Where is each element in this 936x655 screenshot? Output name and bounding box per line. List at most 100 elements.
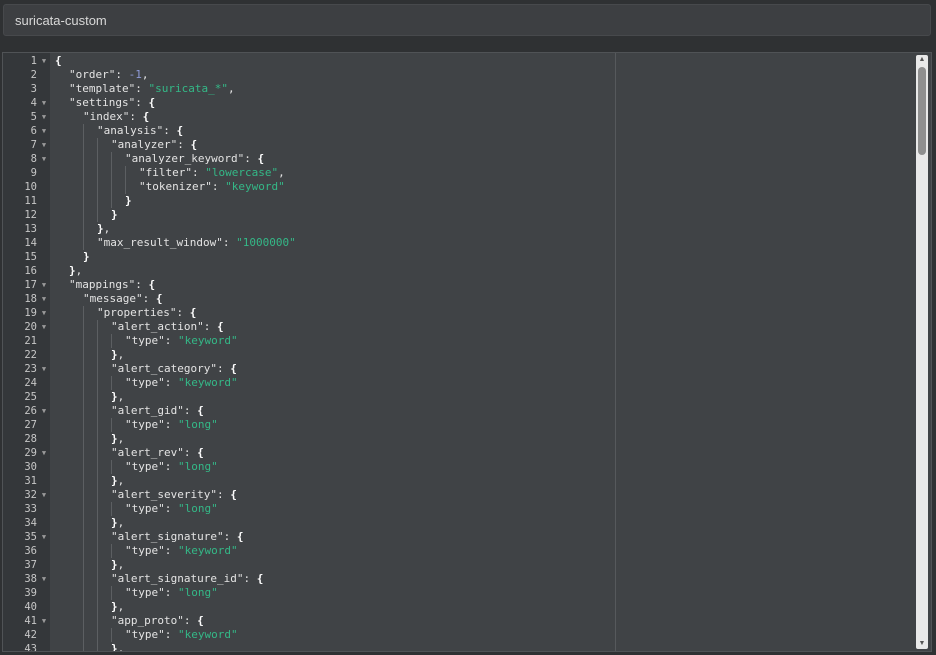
code-line[interactable]: 20 ▼ "alert_action": {: [3, 320, 931, 334]
code-line[interactable]: 15}: [3, 250, 931, 264]
indent-guide: [55, 530, 69, 544]
code-line[interactable]: 2 "order": -1,: [3, 68, 931, 82]
vertical-scrollbar[interactable]: ▲ ▼: [916, 55, 928, 649]
code-line[interactable]: 26 ▼ "alert_gid": {: [3, 404, 931, 418]
code-line[interactable]: 43},: [3, 642, 931, 651]
code-token: ,: [141, 68, 149, 81]
scroll-down-arrow-icon[interactable]: ▼: [916, 639, 928, 649]
code-line[interactable]: 6 ▼ "analysis": {: [3, 124, 931, 138]
code-line[interactable]: 18 ▼ "message": {: [3, 292, 931, 306]
fold-toggle-icon[interactable]: ▼: [40, 362, 48, 376]
code-line[interactable]: 11}: [3, 194, 931, 208]
fold-toggle-icon[interactable]: ▼: [40, 138, 48, 152]
indent-guide: [97, 474, 111, 488]
code-line[interactable]: 41 ▼ "app_proto": {: [3, 614, 931, 628]
indent-guide: [83, 124, 97, 138]
code-token: ,: [117, 348, 125, 361]
fold-toggle-icon[interactable]: ▼: [40, 292, 48, 306]
indent-guide: [69, 110, 83, 124]
code-line[interactable]: 4 ▼ "settings": {: [3, 96, 931, 110]
line-number: 17: [24, 279, 37, 291]
code-line[interactable]: 1 ▼ {: [3, 54, 931, 68]
code-line[interactable]: 17 ▼ "mappings": {: [3, 278, 931, 292]
indent-guide: [55, 194, 69, 208]
code-line[interactable]: 24 "type": "keyword": [3, 376, 931, 390]
indent-guide: [111, 418, 125, 432]
code-line[interactable]: 14 "max_result_window": "1000000": [3, 236, 931, 250]
code-text: "properties": {: [55, 306, 196, 320]
code-line[interactable]: 29 ▼ "alert_rev": {: [3, 446, 931, 460]
code-token: }: [125, 194, 132, 207]
fold-toggle-icon[interactable]: ▼: [40, 54, 48, 68]
code-token: }: [69, 264, 76, 277]
template-name-input[interactable]: [4, 5, 930, 35]
indent-guide: [111, 194, 125, 208]
code-token: {: [197, 404, 204, 417]
code-line[interactable]: 19 ▼ "properties": {: [3, 306, 931, 320]
indent-guide: [69, 152, 83, 166]
fold-toggle-icon[interactable]: ▼: [40, 320, 48, 334]
code-line[interactable]: 28},: [3, 432, 931, 446]
indent-guide: [83, 222, 97, 236]
code-line[interactable]: 30 "type": "long": [3, 460, 931, 474]
indent-guide: [83, 362, 97, 376]
code-line[interactable]: 37},: [3, 558, 931, 572]
code-line[interactable]: 16},: [3, 264, 931, 278]
indent-guide: [69, 222, 83, 236]
fold-toggle-icon[interactable]: ▼: [40, 306, 48, 320]
scroll-track[interactable]: [918, 67, 926, 637]
fold-toggle-icon[interactable]: ▼: [40, 614, 48, 628]
fold-toggle-icon[interactable]: ▼: [40, 572, 48, 586]
code-line[interactable]: 23 ▼ "alert_category": {: [3, 362, 931, 376]
indent-guide: [69, 544, 83, 558]
code-line[interactable]: 21 "type": "keyword": [3, 334, 931, 348]
indent-guide: [69, 488, 83, 502]
code-token: {: [189, 306, 197, 319]
code-line[interactable]: 9 "filter": "lowercase",: [3, 166, 931, 180]
fold-toggle-icon[interactable]: ▼: [40, 488, 48, 502]
json-code-editor[interactable]: 1 ▼{2 "order": -1, 3 "template": "suricata_*…: [2, 52, 932, 652]
code-line[interactable]: 7 ▼ "analyzer": {: [3, 138, 931, 152]
fold-toggle-icon[interactable]: ▼: [40, 404, 48, 418]
code-token: -1: [128, 68, 142, 81]
scroll-thumb[interactable]: [918, 67, 926, 156]
indent-guide: [55, 138, 69, 152]
code-line[interactable]: 5 ▼ "index": {: [3, 110, 931, 124]
code-line[interactable]: 27 "type": "long": [3, 418, 931, 432]
code-line[interactable]: 42 "type": "keyword": [3, 628, 931, 642]
code-line[interactable]: 31},: [3, 474, 931, 488]
code-line[interactable]: 34},: [3, 516, 931, 530]
code-token: "analysis": [97, 124, 164, 137]
fold-toggle-icon[interactable]: ▼: [40, 152, 48, 166]
code-line[interactable]: 33 "type": "long": [3, 502, 931, 516]
fold-toggle-icon[interactable]: ▼: [40, 446, 48, 460]
fold-toggle-icon[interactable]: ▼: [40, 530, 48, 544]
code-token: :: [163, 124, 177, 137]
fold-toggle-icon[interactable]: ▼: [40, 124, 48, 138]
code-line[interactable]: 32 ▼ "alert_severity": {: [3, 488, 931, 502]
code-line[interactable]: 38 ▼ "alert_signature_id": {: [3, 572, 931, 586]
code-line[interactable]: 39 "type": "long": [3, 586, 931, 600]
code-text: "order": -1,: [55, 68, 148, 82]
code-line[interactable]: 36 "type": "keyword": [3, 544, 931, 558]
code-line[interactable]: 12}: [3, 208, 931, 222]
fold-toggle-icon[interactable]: ▼: [40, 278, 48, 292]
code-token: ,: [227, 82, 235, 95]
code-line[interactable]: 22},: [3, 348, 931, 362]
code-content[interactable]: 1 ▼{2 "order": -1, 3 "template": "suricata_*…: [3, 53, 931, 651]
code-line[interactable]: 25},: [3, 390, 931, 404]
fold-toggle-icon[interactable]: ▼: [40, 96, 48, 110]
line-number: 30: [24, 461, 37, 473]
code-token: {: [257, 152, 265, 165]
code-line[interactable]: 13},: [3, 222, 931, 236]
code-line[interactable]: 35 ▼ "alert_signature": {: [3, 530, 931, 544]
code-line[interactable]: 8 ▼ "analyzer_keyword": {: [3, 152, 931, 166]
indent-guide: [83, 236, 97, 250]
indent-guide: [97, 390, 111, 404]
indent-guide: [83, 558, 97, 572]
code-line[interactable]: 3 "template": "suricata_*",: [3, 82, 931, 96]
scroll-up-arrow-icon[interactable]: ▲: [916, 55, 928, 65]
fold-toggle-icon[interactable]: ▼: [40, 110, 48, 124]
code-line[interactable]: 10 "tokenizer": "keyword": [3, 180, 931, 194]
code-line[interactable]: 40},: [3, 600, 931, 614]
